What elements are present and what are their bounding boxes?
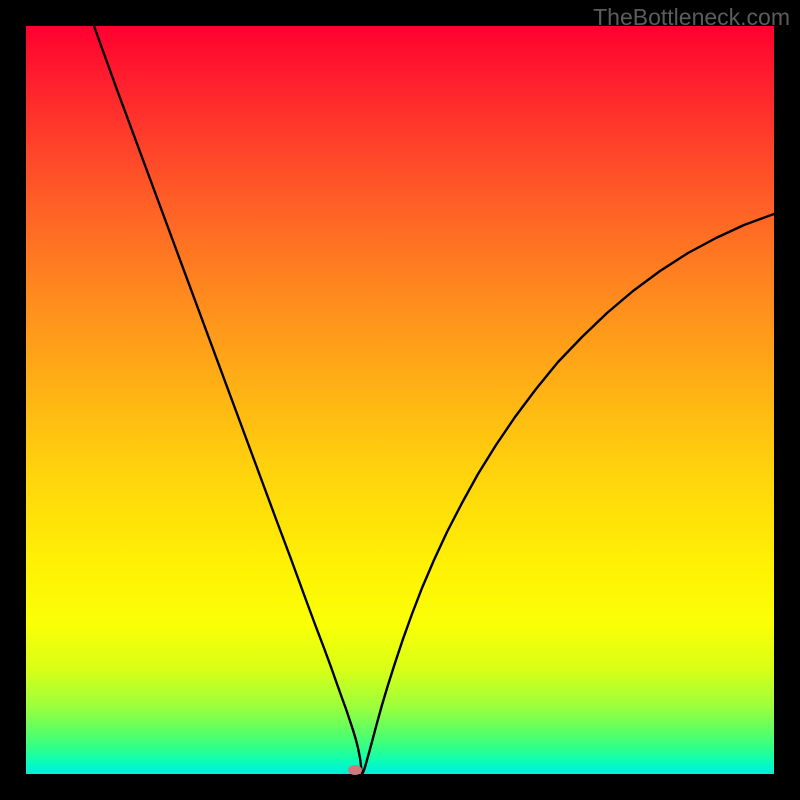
chart-frame <box>26 26 774 774</box>
bottleneck-curve <box>26 26 774 774</box>
plot-area <box>26 26 774 774</box>
optimum-marker <box>348 765 362 775</box>
